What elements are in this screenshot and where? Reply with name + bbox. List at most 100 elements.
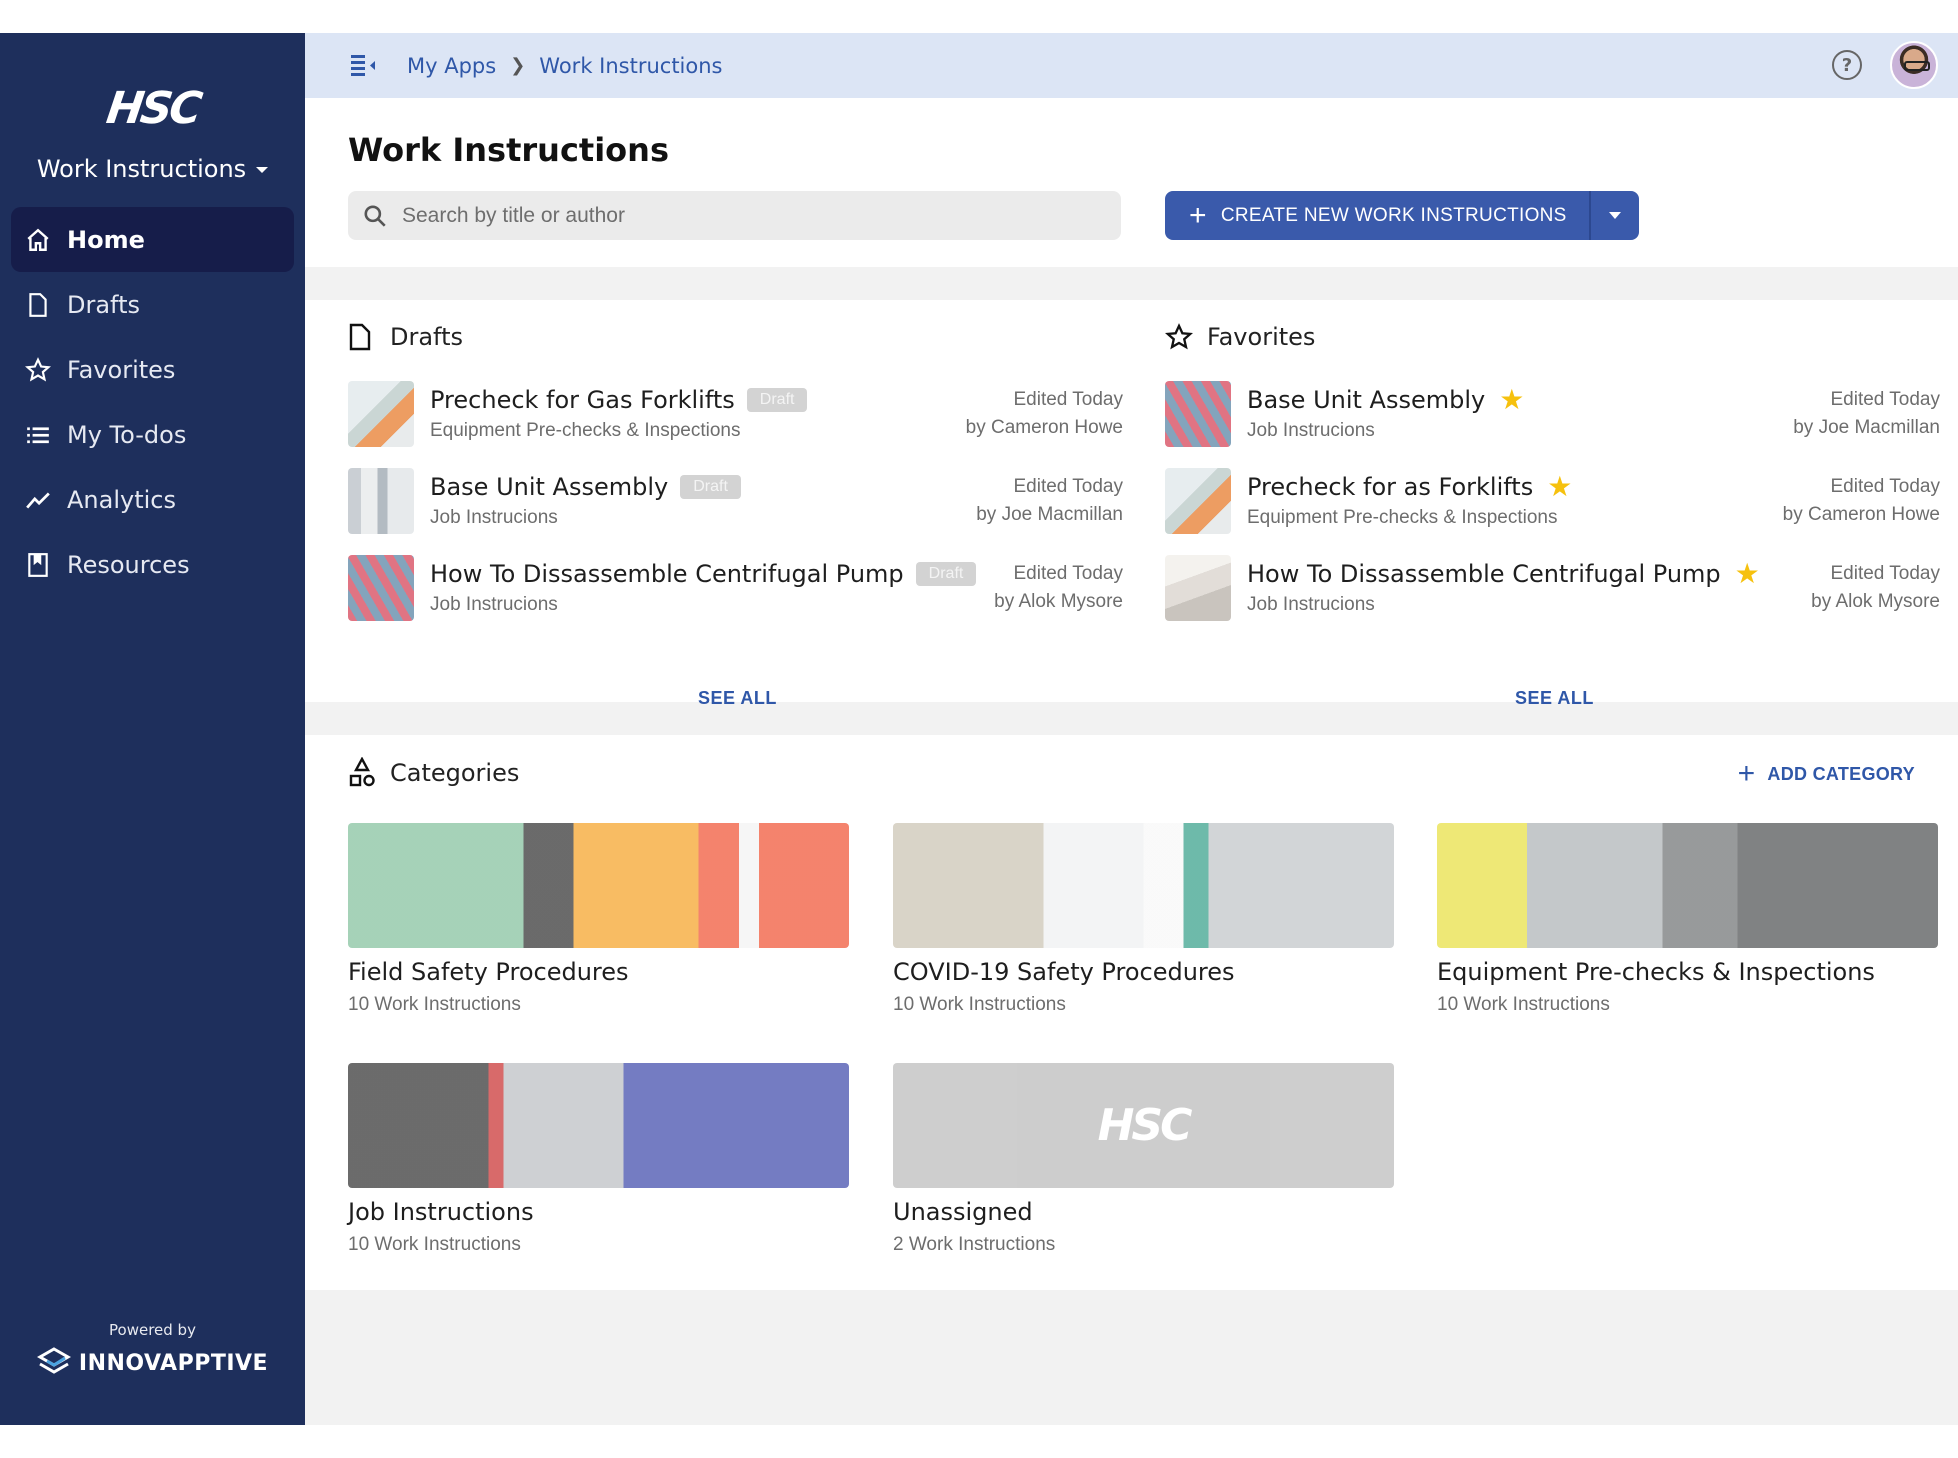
item-category: Equipment Pre-checks & Inspections xyxy=(430,420,741,441)
category-card[interactable]: Equipment Pre-checks & Inspections 10 Wo… xyxy=(1437,823,1938,1016)
category-card[interactable]: Field Safety Procedures 10 Work Instruct… xyxy=(348,823,849,1016)
category-image xyxy=(893,823,1394,948)
item-title: Precheck for as Forklifts xyxy=(1247,473,1534,501)
search-input[interactable] xyxy=(402,203,1102,228)
sidebar-item-label: My To-dos xyxy=(67,420,187,449)
item-author: by Alok Mysore xyxy=(1811,591,1940,612)
star-outline-icon xyxy=(25,356,51,383)
brand-name: INNOVAPPTIVE xyxy=(78,1350,269,1376)
item-category: Job Instrucions xyxy=(430,594,558,615)
sidebar-item-label: Analytics xyxy=(67,485,176,514)
item-edited: Edited Today xyxy=(1013,476,1123,497)
item-thumbnail xyxy=(1165,555,1231,621)
drafts-see-all-link[interactable]: SEE ALL xyxy=(698,688,777,709)
star-filled-icon[interactable]: ★ xyxy=(1735,560,1760,588)
category-count: 10 Work Instructions xyxy=(893,994,1066,1015)
avatar[interactable] xyxy=(1890,41,1938,89)
shapes-icon xyxy=(348,757,376,789)
item-title: Base Unit Assembly xyxy=(430,473,669,501)
app-switcher[interactable]: Work Instructions xyxy=(0,155,305,183)
item-author: by Alok Mysore xyxy=(994,591,1123,612)
category-card[interactable]: Job Instructions 10 Work Instructions xyxy=(348,1063,849,1256)
create-new-work-instructions-button[interactable]: + CREATE NEW WORK INSTRUCTIONS xyxy=(1165,191,1591,240)
list-icon xyxy=(25,422,51,448)
search-box xyxy=(348,191,1121,240)
list-item[interactable]: How To Dissassemble Centrifugal Pump ★ Jo… xyxy=(1165,555,1940,621)
category-title: Field Safety Procedures xyxy=(348,958,629,986)
categories-header: Categories xyxy=(348,757,519,789)
sidebar-item-label: Home xyxy=(67,225,145,254)
add-category-label: ADD CATEGORY xyxy=(1767,763,1915,784)
item-edited: Edited Today xyxy=(1830,563,1940,584)
item-edited: Edited Today xyxy=(1013,563,1123,584)
draft-badge: Draft xyxy=(915,562,977,586)
favorites-see-all-link[interactable]: SEE ALL xyxy=(1515,688,1594,709)
add-category-button[interactable]: + ADD CATEGORY xyxy=(1738,759,1915,789)
item-edited: Edited Today xyxy=(1013,389,1123,410)
categories-panel: Categories + ADD CATEGORY Field Safety P… xyxy=(305,735,1958,1290)
topbar-actions: ? xyxy=(1832,41,1938,89)
sidebar-item-home[interactable]: Home xyxy=(11,207,294,272)
item-category: Job Instrucions xyxy=(430,507,558,528)
page-header: Work Instructions + CREATE NEW WORK INST… xyxy=(305,98,1958,267)
list-item[interactable]: Precheck for as Forklifts ★ Equipment Pre… xyxy=(1165,468,1940,534)
item-author: by Cameron Howe xyxy=(1782,504,1940,525)
trend-line-icon xyxy=(25,487,51,513)
sidebar-item-label: Favorites xyxy=(67,355,176,384)
caret-down-icon xyxy=(256,167,269,173)
plus-icon: + xyxy=(1189,198,1207,232)
create-button-group: + CREATE NEW WORK INSTRUCTIONS xyxy=(1165,191,1639,240)
sidebar-item-analytics[interactable]: Analytics xyxy=(11,467,294,532)
item-thumbnail xyxy=(1165,381,1231,447)
chevron-right-icon: ❯ xyxy=(510,55,526,76)
item-category: Equipment Pre-checks & Inspections xyxy=(1247,507,1558,528)
item-thumbnail xyxy=(348,381,414,447)
draft-badge: Draft xyxy=(680,475,741,499)
bookmark-book-icon xyxy=(25,552,51,578)
list-item[interactable]: Base Unit Assembly Draft Job Instrucions … xyxy=(348,468,1123,534)
document-icon xyxy=(25,292,51,318)
item-title: How To Dissassemble Centrifugal Pump xyxy=(1247,560,1721,588)
search-icon xyxy=(364,204,386,227)
category-count: 10 Work Instructions xyxy=(1437,994,1610,1015)
plus-icon: + xyxy=(1737,757,1756,790)
category-title: Job Instructions xyxy=(348,1198,534,1226)
item-thumbnail xyxy=(348,468,414,534)
hsc-placeholder-logo: HSC xyxy=(1097,1100,1193,1151)
sidebar-item-drafts[interactable]: Drafts xyxy=(11,272,294,337)
create-options-dropdown[interactable] xyxy=(1591,191,1639,240)
breadcrumb-work-instructions[interactable]: Work Instructions xyxy=(539,54,722,78)
menu-collapse-icon xyxy=(351,54,375,76)
item-title: Precheck for Gas Forklifts xyxy=(430,386,735,414)
list-item[interactable]: Precheck for Gas Forklifts Draft Equipmen… xyxy=(348,381,1123,447)
breadcrumb-my-apps[interactable]: My Apps xyxy=(407,54,496,78)
item-author: by Cameron Howe xyxy=(965,417,1123,438)
drafts-title: Drafts xyxy=(390,323,463,351)
document-icon xyxy=(348,322,376,352)
top-bar: My Apps ❯ Work Instructions ? xyxy=(305,33,1958,98)
category-card[interactable]: HSC Unassigned 2 Work Instructions xyxy=(893,1063,1394,1256)
page-title: Work Instructions xyxy=(348,131,669,169)
category-image xyxy=(348,1063,849,1188)
home-icon xyxy=(25,227,51,253)
item-category: Job Instrucions xyxy=(1247,594,1375,615)
caret-down-icon xyxy=(1608,212,1621,219)
help-icon[interactable]: ? xyxy=(1832,50,1862,80)
item-author: by Joe Macmillan xyxy=(976,504,1123,525)
collapse-sidebar-button[interactable] xyxy=(349,52,379,80)
categories-title: Categories xyxy=(390,759,520,787)
favorites-header: Favorites xyxy=(1165,322,1315,352)
sidebar-item-resources[interactable]: Resources xyxy=(11,532,294,597)
star-filled-icon[interactable]: ★ xyxy=(1547,473,1572,501)
category-title: Unassigned xyxy=(893,1198,1033,1226)
star-filled-icon[interactable]: ★ xyxy=(1499,386,1524,414)
item-title: Base Unit Assembly xyxy=(1247,386,1486,414)
list-item[interactable]: How To Dissassemble Centrifugal Pump Draf… xyxy=(348,555,1123,621)
sidebar-item-favorites[interactable]: Favorites xyxy=(11,337,294,402)
category-card[interactable]: COVID-19 Safety Procedures 10 Work Instr… xyxy=(893,823,1394,1016)
list-item[interactable]: Base Unit Assembly ★ Job Instrucions Edit… xyxy=(1165,381,1940,447)
powered-by-label: Powered by xyxy=(109,1321,196,1339)
create-button-label: CREATE NEW WORK INSTRUCTIONS xyxy=(1220,204,1567,226)
sidebar-item-my-todos[interactable]: My To-dos xyxy=(11,402,294,467)
item-thumbnail xyxy=(1165,468,1231,534)
